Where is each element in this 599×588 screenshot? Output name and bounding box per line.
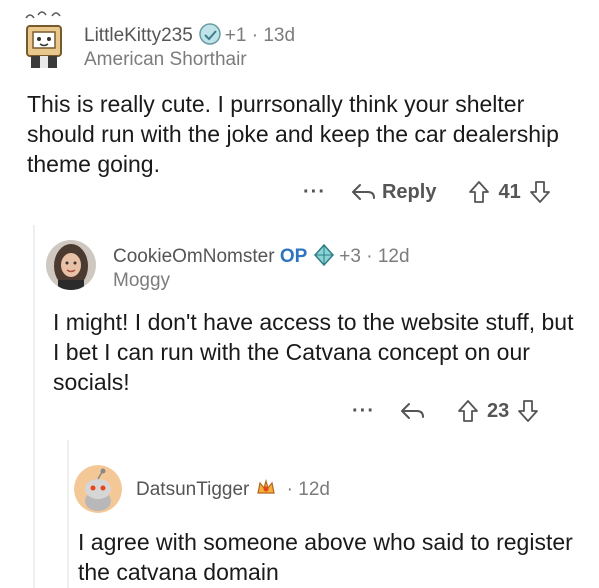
user-flair: Moggy <box>113 270 171 291</box>
vote-score: 23 <box>486 399 510 422</box>
username[interactable]: DatsunTigger <box>136 479 249 500</box>
username[interactable]: CookieOmNomster <box>113 246 275 267</box>
vote-controls: 23 <box>457 399 539 423</box>
comment-meta: CookieOmNomster OP +3 · 12d <box>113 243 410 268</box>
vote-controls: 41 <box>468 180 550 204</box>
meta-separator: · <box>286 479 293 500</box>
downvote-arrow-icon[interactable] <box>529 180 551 204</box>
reply-button[interactable]: Reply <box>350 181 436 204</box>
thread-line-level-2 <box>67 440 69 588</box>
reply-arrow-icon <box>351 184 375 200</box>
comment-body: I might! I don't have access to the webs… <box>53 309 574 395</box>
comment-body: This is really cute. I purrsonally think… <box>27 91 559 177</box>
more-options-button[interactable]: ··· <box>303 181 326 204</box>
vote-score: 41 <box>498 180 521 203</box>
award-count: +3 <box>339 246 361 267</box>
user-flair: American Shorthair <box>84 49 247 70</box>
award-count: +1 <box>224 25 247 46</box>
award-icon[interactable] <box>255 477 277 499</box>
comment-meta: DatsunTigger · 12d <box>136 477 330 501</box>
avatar[interactable] <box>46 240 96 290</box>
username[interactable]: LittleKitty235 <box>84 25 193 46</box>
upvote-arrow-icon[interactable] <box>468 180 490 204</box>
comment-body: I agree with someone above who said to r… <box>78 529 573 585</box>
meta-separator: · <box>366 246 373 267</box>
comment-age: 12d <box>377 246 410 267</box>
op-badge: OP <box>279 246 308 267</box>
meta-separator: · <box>251 25 259 46</box>
reply-button[interactable] <box>399 400 425 422</box>
award-icon[interactable] <box>199 23 221 45</box>
comment-meta: LittleKitty235 +1 · 13d <box>84 23 295 47</box>
comment-actions: ··· 23 <box>352 399 539 423</box>
upvote-arrow-icon[interactable] <box>457 399 479 423</box>
reply-arrow-icon <box>400 403 424 419</box>
comment-age: 13d <box>263 25 296 46</box>
comment-age: 12d <box>298 479 330 500</box>
avatar[interactable] <box>74 465 122 513</box>
thread-line-level-1 <box>33 225 35 588</box>
comment-actions: ··· Reply 41 <box>303 180 551 204</box>
reply-label: Reply <box>381 180 437 203</box>
avatar[interactable] <box>18 10 68 72</box>
downvote-arrow-icon[interactable] <box>517 399 539 423</box>
more-options-button[interactable]: ··· <box>352 400 375 423</box>
award-icon[interactable] <box>313 243 335 267</box>
